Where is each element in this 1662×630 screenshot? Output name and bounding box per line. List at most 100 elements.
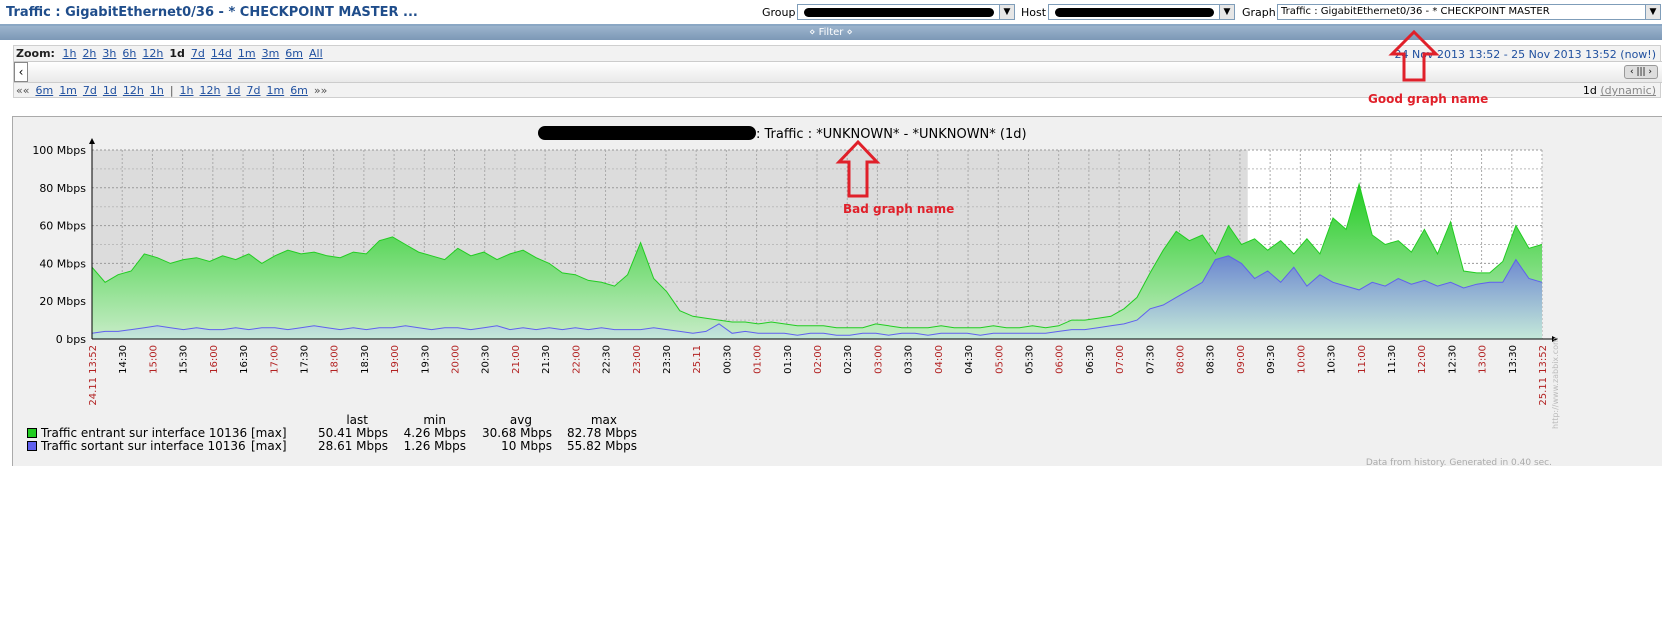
nav-forward-6m[interactable]: 6m: [290, 84, 308, 97]
period-value: 1d: [1582, 84, 1597, 97]
scrollbar-handle[interactable]: ‹ ||| ›: [1624, 65, 1658, 79]
legend-row: Traffic sortant sur interface 10136: [27, 439, 246, 453]
x-tick-label: 07:30: [1145, 345, 1156, 374]
x-tick-label: 06:30: [1085, 345, 1096, 374]
nav-forward-1m[interactable]: 1m: [266, 84, 284, 97]
x-tick-label: 21:00: [511, 345, 522, 374]
x-tick-label: 16:30: [239, 345, 250, 374]
x-tick-label: 12:30: [1447, 345, 1458, 374]
x-tick-label: 18:30: [360, 345, 371, 374]
legend-series-name: Traffic entrant sur interface 10136: [41, 426, 248, 440]
zoom-label: Zoom:: [16, 47, 55, 60]
x-tick-label: 08:30: [1206, 345, 1217, 374]
zoom-option-All[interactable]: All: [309, 47, 323, 60]
graph-select-value: Traffic : GigabitEthernet0/36 - * CHECKP…: [1281, 6, 1550, 17]
chevron-down-icon: ▼: [1219, 5, 1234, 19]
period-nav-row: «« 6m 1m 7d 1d 12h 1h | 1h 12h 1d 7d 1m 6m »»: [16, 84, 333, 97]
x-tick-label: 11:30: [1387, 345, 1398, 374]
x-tick-label: 19:00: [390, 345, 401, 374]
nav-forward-1d[interactable]: 1d: [227, 84, 241, 97]
zoom-option-1d[interactable]: 1d: [169, 47, 185, 60]
zoom-option-1m[interactable]: 1m: [238, 47, 256, 60]
graph-select[interactable]: Traffic : GigabitEthernet0/36 - * CHECKP…: [1277, 4, 1661, 20]
x-tick-label: 14:30: [118, 345, 129, 374]
x-tick-label: 13:00: [1478, 345, 1489, 374]
x-tick-label: 20:30: [481, 345, 492, 374]
x-tick-label: 22:00: [571, 345, 582, 374]
x-tick-label: 09:30: [1266, 345, 1277, 374]
good-graph-name-annotation: Good graph name: [1368, 92, 1489, 106]
x-tick-label: 15:00: [148, 345, 159, 374]
y-tick-label: 80 Mbps: [39, 182, 86, 195]
nav-forward-all: »»: [313, 84, 328, 97]
bad-graph-name-annotation: Bad graph name: [843, 202, 955, 216]
chevron-down-icon: ▼: [999, 5, 1014, 19]
legend-value-min: 4.26 Mbps: [403, 426, 466, 440]
header-bar: Traffic : GigabitEthernet0/36 - * CHECKP…: [0, 0, 1662, 26]
zoom-option-6h[interactable]: 6h: [122, 47, 136, 60]
zoom-option-14d[interactable]: 14d: [211, 47, 232, 60]
x-tick-label: 25.11 13:52: [1538, 345, 1549, 406]
scroll-left-button[interactable]: ‹: [14, 62, 28, 82]
zoom-option-3m[interactable]: 3m: [262, 47, 280, 60]
period-display: 1d (dynamic): [1583, 84, 1656, 97]
page-title: Traffic : GigabitEthernet0/36 - * CHECKP…: [6, 5, 418, 20]
x-tick-label: 20:00: [451, 345, 462, 374]
zoom-option-2h[interactable]: 2h: [82, 47, 96, 60]
nav-back-1m[interactable]: 1m: [59, 84, 77, 97]
x-tick-label: 04:30: [964, 345, 975, 374]
up-arrow-annotation-bad: [835, 139, 881, 198]
y-tick-label: 0 bps: [56, 333, 86, 346]
x-tick-label: 03:00: [873, 345, 884, 374]
y-tick-label: 20 Mbps: [39, 295, 86, 308]
x-tick-label: 13:30: [1508, 345, 1519, 374]
x-tick-label: 24.11 13:52: [88, 345, 99, 406]
host-select[interactable]: ▼: [1048, 4, 1235, 20]
x-tick-label: 22:30: [602, 345, 613, 374]
legend-func: [max]: [251, 426, 287, 440]
x-tick-label: 00:30: [722, 345, 733, 374]
legend-value-last: 28.61 Mbps: [317, 439, 388, 453]
legend-header-max: max: [590, 413, 617, 427]
x-tick-label: 19:30: [420, 345, 431, 374]
x-tick-label: 18:00: [330, 345, 341, 374]
x-tick-label: 02:30: [843, 345, 854, 374]
x-tick-label: 04:00: [934, 345, 945, 374]
legend-value-last: 50.41 Mbps: [317, 426, 388, 440]
zoom-option-6m[interactable]: 6m: [285, 47, 303, 60]
legend-value-min: 1.26 Mbps: [403, 439, 466, 453]
nav-back-7d[interactable]: 7d: [83, 84, 97, 97]
nav-back-1d[interactable]: 1d: [103, 84, 117, 97]
x-tick-label: 02:00: [813, 345, 824, 374]
zoom-option-3h[interactable]: 3h: [102, 47, 116, 60]
nav-back-1h[interactable]: 1h: [150, 84, 164, 97]
zoom-option-7d[interactable]: 7d: [191, 47, 205, 60]
legend-header-avg: avg: [509, 413, 532, 427]
nav-forward-12h[interactable]: 12h: [200, 84, 221, 97]
redaction-mask: [804, 8, 994, 17]
x-tick-label: 10:30: [1327, 345, 1338, 374]
x-tick-label: 23:00: [632, 345, 643, 374]
group-select[interactable]: ▼: [797, 4, 1015, 20]
nav-back-12h[interactable]: 12h: [123, 84, 144, 97]
x-tick-label: 09:00: [1236, 345, 1247, 374]
x-tick-label: 23:30: [662, 345, 673, 374]
x-tick-label: 25.11: [692, 345, 703, 374]
nav-forward-7d[interactable]: 7d: [246, 84, 260, 97]
x-tick-label: 01:00: [753, 345, 764, 374]
nav-back-6m[interactable]: 6m: [35, 84, 53, 97]
legend-header-last: last: [346, 413, 368, 427]
y-axis-arrow: [89, 138, 95, 144]
x-tick-label: 11:00: [1357, 345, 1368, 374]
zoom-option-1h[interactable]: 1h: [62, 47, 76, 60]
x-tick-label: 08:00: [1176, 345, 1187, 374]
nav-forward-1h[interactable]: 1h: [180, 84, 194, 97]
x-tick-label: 12:00: [1417, 345, 1428, 374]
zabbix-watermark: http://www.zabbix.com: [1551, 337, 1560, 429]
legend-func: [max]: [251, 439, 287, 453]
y-tick-label: 60 Mbps: [39, 220, 86, 233]
zoom-option-12h[interactable]: 12h: [142, 47, 163, 60]
x-tick-label: 05:00: [994, 345, 1005, 374]
generation-note: Data from history. Generated in 0.40 sec…: [1365, 458, 1552, 468]
period-mode-link[interactable]: (dynamic): [1600, 84, 1656, 97]
